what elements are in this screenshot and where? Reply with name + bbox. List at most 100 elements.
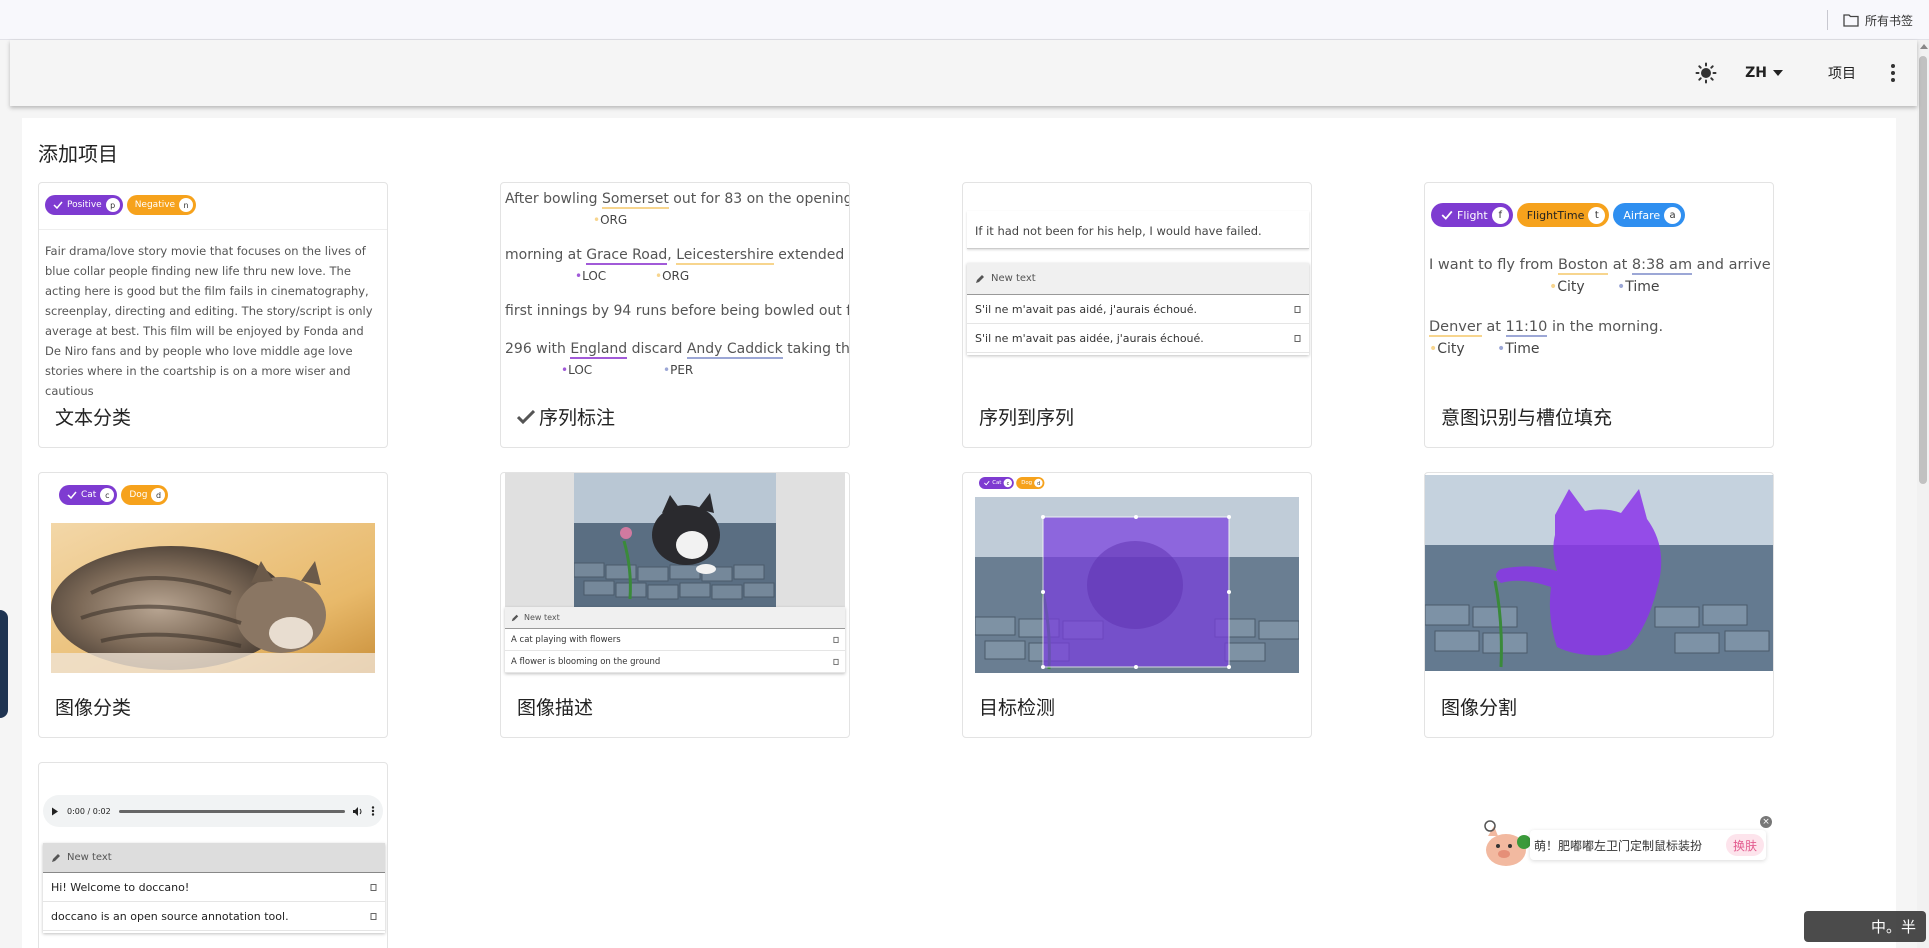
bookmarks-bar: 所有书签 (0, 0, 1929, 40)
audio-progress-track[interactable] (118, 809, 345, 813)
new-text-placeholder: New text (524, 613, 560, 622)
ner-text-segment: taking three (787, 341, 849, 357)
delete-icon[interactable] (833, 658, 839, 665)
entity-grace-road: Grace Road (586, 247, 668, 265)
close-icon[interactable]: × (1760, 816, 1772, 828)
label-chips: Positive p Negative n (45, 195, 200, 215)
more-vertical-icon[interactable] (371, 806, 375, 816)
tag-time: Time (1625, 279, 1660, 295)
transcript-text: doccano is an open source annotation too… (51, 909, 289, 923)
intent-preview: Flight f FlightTime t Airfare a I want t… (1425, 183, 1773, 397)
chip-airfare-label: Airfare (1623, 208, 1661, 222)
image-classification-preview: Cat c Dog d (39, 473, 387, 687)
side-drawer-handle[interactable] (0, 610, 8, 718)
ime-mode-label: 中。半 (1870, 918, 1916, 936)
card-title-row: 序列标注 (517, 403, 615, 430)
folder-icon (1843, 14, 1859, 27)
audio-player[interactable]: 0:00 / 0:02 (43, 795, 383, 827)
all-bookmarks-button[interactable]: 所有书签 (1843, 10, 1913, 30)
intent-text-segment: at (1481, 319, 1506, 335)
list-item: S'il ne m'avait pas aidée, j'aurais écho… (967, 324, 1309, 353)
card-image-classification[interactable]: Cat c Dog d 图像分类 (38, 472, 388, 738)
pencil-icon (52, 853, 60, 862)
new-text-input[interactable]: New text (43, 843, 385, 873)
chip-dog: Dog d (121, 485, 169, 505)
delete-icon[interactable] (370, 883, 377, 891)
delete-icon[interactable] (370, 912, 377, 920)
chip-negative-label: Negative (134, 200, 176, 210)
chip-dog: Dog d (1016, 477, 1045, 489)
tag-city: City (1437, 341, 1465, 357)
kitten-photo (574, 473, 776, 607)
volume-icon[interactable] (353, 806, 363, 816)
card-text-classification[interactable]: Positive p Negative n Fair drama/love st… (38, 182, 388, 448)
card-sequence-labeling[interactable]: After bowling Somerset out for 83 on the… (500, 182, 850, 448)
delete-icon[interactable] (833, 636, 839, 643)
tag-loc: LOC (582, 269, 607, 283)
card-object-detection[interactable]: Cat c Dog d 目标检测 (962, 472, 1312, 738)
chip-positive-label: Positive (67, 200, 102, 210)
caption-text: A flower is blooming on the ground (511, 656, 661, 667)
source-text: If it had not been for his help, I would… (967, 211, 1309, 249)
transcript-text: Hi! Welcome to doccano! (51, 880, 190, 894)
card-speech-to-text[interactable]: 0:00 / 0:02 New text Hi! Welcome to docc… (38, 762, 388, 948)
object-detection-preview: Cat c Dog d (963, 473, 1311, 687)
target-list: New text S'il ne m'avait pas aidé, j'aur… (967, 263, 1309, 355)
more-menu-button[interactable] (1878, 40, 1908, 106)
page-scrollbar[interactable] (1917, 40, 1929, 948)
slot-tag: •Time (1617, 279, 1660, 295)
detection-photo (975, 497, 1299, 673)
projects-button[interactable]: 项目 (1810, 40, 1874, 106)
scroll-thumb[interactable] (1919, 56, 1927, 484)
new-text-placeholder: New text (67, 852, 112, 863)
card-segmentation[interactable]: 图像分割 (1424, 472, 1774, 738)
pencil-icon (511, 614, 519, 621)
new-text-input[interactable]: New text (505, 607, 845, 629)
image-caption-preview: New text A cat playing with flowers A fl… (501, 473, 849, 687)
caption-text: A cat playing with flowers (511, 634, 621, 645)
scroll-up-arrow[interactable] (1920, 44, 1928, 49)
card-seq2seq[interactable]: If it had not been for his help, I would… (962, 182, 1312, 448)
mascot-widget: 萌！肥嘟嘟左卫门定制鼠标装扮 换肤 × (1480, 816, 1772, 872)
seq2seq-preview: If it had not been for his help, I would… (963, 183, 1311, 397)
chip-airfare-key: a (1664, 206, 1682, 224)
transcript-list: New text Hi! Welcome to doccano! doccano… (43, 843, 385, 933)
ner-text: After bowling Somerset out for 83 on the… (505, 187, 849, 387)
intent-text-segment: in the morning. (1547, 319, 1664, 335)
theme-toggle-button[interactable] (1684, 40, 1728, 106)
language-select[interactable]: ZH (1734, 40, 1794, 106)
label-chips: Cat c Dog d (59, 485, 172, 505)
card-image-caption[interactable]: New text A cat playing with flowers A fl… (500, 472, 850, 738)
change-skin-button[interactable]: 换肤 (1726, 834, 1764, 856)
tag-org: ORG (600, 213, 628, 227)
caption-list: New text A cat playing with flowers A fl… (505, 607, 845, 673)
segmentation-photo (1425, 475, 1773, 671)
list-item: A flower is blooming on the ground (505, 651, 845, 673)
chip-dog-label: Dog (129, 490, 148, 500)
entity-tag: •ORG (593, 213, 628, 227)
card-intent-detection[interactable]: Flight f FlightTime t Airfare a I want t… (1424, 182, 1774, 448)
chip-positive: Positive p (45, 195, 123, 215)
entity-england: England (570, 341, 628, 359)
delete-icon[interactable] (1294, 305, 1301, 313)
entity-tag: •ORG (655, 269, 690, 283)
entity-tag: •LOC (575, 269, 607, 283)
chip-cat-key: c (1003, 478, 1013, 488)
intent-text-segment: at (1608, 257, 1632, 273)
pig-mascot-icon[interactable] (1480, 816, 1536, 872)
ime-status-bar[interactable]: 中。半 (1804, 911, 1926, 942)
caret-down-icon (1772, 70, 1783, 76)
sequence-labeling-preview: After bowling Somerset out for 83 on the… (501, 183, 849, 397)
chip-flight-key: f (1491, 206, 1509, 224)
ner-text-segment: , (667, 247, 677, 263)
entity-838-am: 8:38 am (1631, 257, 1693, 275)
check-icon (984, 480, 990, 486)
check-icon (517, 409, 535, 424)
language-label: ZH (1745, 65, 1767, 81)
new-text-input[interactable]: New text (967, 263, 1309, 295)
more-vertical-icon (1891, 64, 1895, 82)
delete-icon[interactable] (1294, 334, 1301, 342)
pencil-icon (976, 274, 984, 283)
play-icon[interactable] (51, 807, 59, 816)
chip-dog-label: Dog (1021, 480, 1033, 486)
